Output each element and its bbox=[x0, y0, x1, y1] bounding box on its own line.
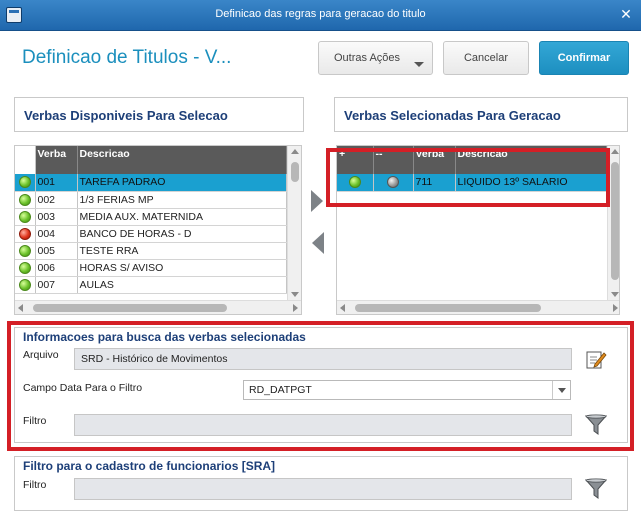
horizontal-scrollbar[interactable] bbox=[337, 300, 619, 314]
table-row[interactable]: 006 HORAS S/ AVISO bbox=[15, 259, 287, 277]
descricao-cell[interactable]: BANCO DE HORAS - D bbox=[77, 225, 287, 243]
table-row[interactable]: 007 AULAS bbox=[15, 276, 287, 294]
verba-cell[interactable]: 007 bbox=[35, 276, 78, 294]
verba-cell[interactable]: 002 bbox=[35, 191, 78, 209]
status-green-icon bbox=[18, 278, 31, 291]
status-cell bbox=[15, 208, 36, 226]
outras-acoes-label: Outras Ações bbox=[334, 52, 401, 64]
descricao-cell[interactable]: 1/3 FERIAS MP bbox=[77, 191, 287, 209]
move-left-arrow-icon[interactable] bbox=[312, 232, 324, 254]
verba-cell[interactable]: 001 bbox=[35, 174, 78, 192]
window-title: Definicao das regras para geracao do tit… bbox=[215, 8, 426, 20]
selected-verbas-title: Verbas Selecionadas Para Geracao bbox=[334, 97, 628, 132]
confirm-button[interactable]: Confirmar bbox=[539, 41, 629, 75]
filtro-label: Filtro bbox=[23, 479, 47, 491]
descricao-cell[interactable]: HORAS S/ AVISO bbox=[77, 259, 287, 277]
table-row[interactable]: 003 MEDIA AUX. MATERNIDA bbox=[15, 208, 287, 226]
scroll-right-icon[interactable] bbox=[613, 304, 618, 312]
scroll-left-icon[interactable] bbox=[340, 304, 345, 312]
chevron-down-icon bbox=[414, 62, 424, 67]
scroll-down-icon[interactable] bbox=[291, 292, 299, 297]
scroll-left-icon[interactable] bbox=[18, 304, 23, 312]
close-icon[interactable]: ✕ bbox=[617, 7, 635, 23]
descricao-cell[interactable]: MEDIA AUX. MATERNIDA bbox=[77, 208, 287, 226]
filtro-funcionarios-field[interactable] bbox=[74, 478, 572, 500]
verba-cell[interactable]: 003 bbox=[35, 208, 78, 226]
status-cell bbox=[15, 276, 36, 294]
scroll-thumb[interactable] bbox=[33, 304, 227, 312]
status-cell bbox=[15, 191, 36, 209]
cadastro-section: Filtro para o cadastro de funcionarios [… bbox=[14, 456, 628, 511]
column-header-verba[interactable]: Verba bbox=[35, 146, 78, 174]
table-row[interactable]: 004 BANCO DE HORAS - D bbox=[15, 225, 287, 243]
scroll-thumb[interactable] bbox=[355, 304, 541, 312]
status-green-icon bbox=[18, 176, 31, 189]
scroll-up-icon[interactable] bbox=[611, 149, 619, 154]
table-row[interactable]: 002 1/3 FERIAS MP bbox=[15, 191, 287, 209]
outras-acoes-button[interactable]: Outras Ações bbox=[318, 41, 433, 75]
verba-cell[interactable]: 004 bbox=[35, 225, 78, 243]
status-green-icon bbox=[18, 261, 31, 274]
available-verbas-table: Verba Descricao 001 TAREFA PADRAO 002 1/3 F… bbox=[15, 146, 287, 294]
scroll-right-icon[interactable] bbox=[293, 304, 298, 312]
vertical-scrollbar[interactable] bbox=[287, 146, 301, 300]
scroll-down-icon[interactable] bbox=[611, 292, 619, 297]
available-verbas-title: Verbas Disponiveis Para Selecao bbox=[14, 97, 304, 132]
status-cell bbox=[15, 259, 36, 277]
column-header-descricao[interactable]: Descricao bbox=[77, 146, 287, 174]
status-green-icon bbox=[18, 244, 31, 257]
horizontal-scrollbar[interactable] bbox=[15, 300, 301, 314]
table-row[interactable]: 001 TAREFA PADRAO bbox=[15, 174, 287, 192]
table-row[interactable]: 005 TESTE RRA bbox=[15, 242, 287, 260]
move-right-arrow-icon[interactable] bbox=[311, 190, 323, 212]
status-cell bbox=[15, 174, 36, 192]
highlight-box-selected-row bbox=[326, 148, 610, 207]
status-cell bbox=[15, 225, 36, 243]
status-green-icon bbox=[18, 210, 31, 223]
verba-cell[interactable]: 005 bbox=[35, 242, 78, 260]
descricao-cell[interactable]: TESTE RRA bbox=[77, 242, 287, 260]
status-red-icon bbox=[18, 227, 31, 240]
available-verbas-grid: Verba Descricao 001 TAREFA PADRAO 002 1/3 F… bbox=[14, 145, 302, 315]
status-column-header bbox=[15, 146, 36, 174]
cancel-button[interactable]: Cancelar bbox=[443, 41, 529, 75]
cadastro-section-title: Filtro para o cadastro de funcionarios [… bbox=[23, 459, 276, 473]
title-bar: Definicao das regras para geracao do tit… bbox=[0, 0, 641, 31]
descricao-cell[interactable]: TAREFA PADRAO bbox=[77, 174, 287, 192]
scroll-up-icon[interactable] bbox=[291, 149, 299, 154]
scroll-thumb[interactable] bbox=[291, 162, 299, 182]
scroll-thumb[interactable] bbox=[611, 162, 619, 280]
status-green-icon bbox=[18, 193, 31, 206]
status-cell bbox=[15, 242, 36, 260]
descricao-cell[interactable]: AULAS bbox=[77, 276, 287, 294]
filter-funnel-icon[interactable] bbox=[584, 477, 608, 501]
table-header-row: Verba Descricao bbox=[15, 146, 287, 174]
page-title: Definicao de Titulos - V... bbox=[22, 47, 232, 68]
verba-cell[interactable]: 006 bbox=[35, 259, 78, 277]
highlight-box-busca-section bbox=[7, 321, 634, 451]
